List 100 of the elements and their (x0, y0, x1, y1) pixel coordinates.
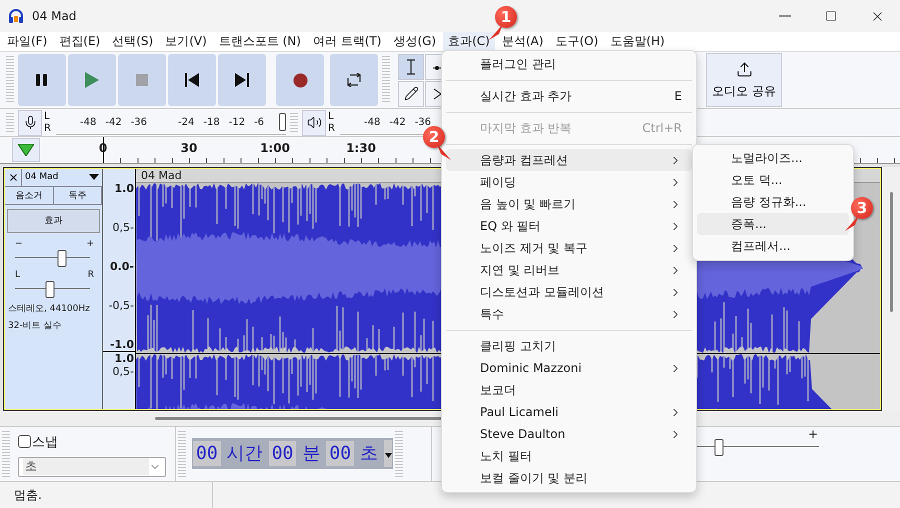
time-unit: 초 (359, 442, 380, 466)
menu-entry[interactable]: 노치 필터 (446, 445, 692, 467)
track-info-text: 스테레오, 44100Hz (7, 302, 91, 316)
menu-entry[interactable]: 증폭... (697, 213, 849, 235)
time-label: 1:30 (346, 141, 376, 156)
slider-max-label: + (86, 238, 94, 250)
minimize-icon (779, 15, 791, 17)
menu-entry[interactable]: 컴프레서... (697, 235, 849, 257)
amplitude-label: -1.0 (110, 338, 134, 351)
skip-end-button[interactable] (218, 54, 266, 106)
slider-thumb[interactable] (714, 438, 724, 456)
time-label: 1:00 (260, 141, 290, 156)
menu-entry[interactable]: 오토 덕... (697, 169, 849, 191)
multi-tool-icon (433, 88, 443, 100)
menu-item[interactable]: 트랜스포트 (N) (214, 32, 306, 51)
menu-entry[interactable]: 페이딩 (446, 171, 692, 193)
meter-tick-label: -36 (414, 116, 432, 128)
snap-label: 스냅 (32, 434, 58, 451)
menu-item[interactable]: 여러 트랙(T) (308, 32, 386, 51)
menu-entry[interactable]: 보코더 (446, 379, 692, 401)
vertical-scrollbar-thumb[interactable] (890, 192, 892, 312)
menu-item[interactable]: 도구(O) (550, 32, 604, 51)
caret-icon (89, 174, 99, 180)
menu-entry[interactable]: EQ 와 필터 (446, 215, 692, 237)
menu-entry[interactable]: 음 높이 및 빠르기 (446, 193, 692, 215)
menu-entry[interactable]: 실시간 효과 추가 E (446, 85, 692, 107)
menu-entry[interactable]: Dominic Mazzoni (446, 357, 692, 379)
pause-icon (35, 73, 49, 88)
toolbar-grip-handle[interactable] (395, 430, 404, 477)
pointer-arrow-icon (845, 215, 859, 231)
pause-button[interactable] (18, 54, 66, 106)
meter-slider-thumb[interactable] (279, 113, 286, 132)
meter-tick-label: -42 (105, 116, 122, 128)
menu-entry[interactable]: Paul Licameli (446, 401, 692, 423)
meter-tick-label: -6 (254, 116, 264, 128)
channel-label: L (44, 110, 51, 123)
slider-max-label: + (808, 426, 818, 441)
record-button[interactable] (276, 54, 324, 106)
menu-item[interactable]: 파일(F) (2, 32, 52, 51)
menu-item[interactable]: 효과(C) (443, 32, 495, 51)
play-icon (84, 72, 100, 88)
amplitude-label: 1.0 (114, 352, 134, 365)
speaker-button[interactable] (302, 110, 326, 136)
slider-thumb[interactable] (46, 280, 55, 298)
speaker-icon (306, 115, 322, 130)
menu-entry[interactable]: 플러그인 관리 (446, 53, 692, 75)
share-audio-button[interactable]: 오디오 공유 (706, 53, 782, 108)
record-icon (292, 72, 308, 88)
amplitude-label: -0,5- (108, 298, 134, 312)
recording-meter[interactable]: -48 -42 -36 -24 -18 -12 -6 (56, 110, 286, 135)
time-label: 30 (180, 141, 198, 156)
skip-start-button[interactable] (168, 54, 216, 106)
menu-entry[interactable]: 음량과 컴프레션 (446, 149, 692, 171)
menu-entry[interactable]: Steve Daulton (446, 423, 692, 445)
menu-item[interactable]: 도움말(H) (605, 32, 670, 51)
headphones-app-icon (8, 8, 24, 24)
skip-start-icon (185, 73, 199, 88)
draw-tool-button[interactable] (398, 80, 424, 107)
track-info-text: 32-비트 실수 (7, 320, 63, 333)
menu-entry[interactable]: 보컬 줄이기 및 분리 (446, 467, 692, 489)
effects-button[interactable]: 효과 (7, 208, 100, 233)
menu-item[interactable]: 보기(V) (160, 32, 212, 51)
menu-entry[interactable]: 디스토션과 모듈레이션 (446, 281, 692, 303)
meter-tick-label: -48 (364, 116, 380, 128)
microphone-button[interactable] (18, 110, 42, 136)
channel-label: R (328, 122, 336, 135)
time-unit: 시간 (226, 442, 264, 466)
slider-min-label: − (15, 238, 23, 250)
menu-item[interactable]: 생성(G) (388, 32, 442, 51)
time-digits: 00 (326, 440, 354, 466)
menu-item[interactable]: 선택(S) (107, 32, 158, 51)
menu-entry[interactable]: 지연 및 리버브 (446, 259, 692, 281)
meter-tick-label: -48 (80, 116, 96, 128)
timeline-options-button[interactable] (12, 138, 40, 162)
pencil-icon (404, 86, 418, 102)
time-format-button[interactable] (384, 440, 392, 467)
menu-entry[interactable]: 노멀라이즈... (697, 147, 849, 169)
slider-thumb[interactable] (57, 250, 66, 267)
meter-tick-label: -18 (203, 116, 220, 128)
stop-icon (136, 74, 148, 86)
time-unit: 분 (301, 442, 322, 466)
menu-entry[interactable]: 클리핑 고치기 (446, 335, 692, 357)
maximize-icon (825, 10, 837, 22)
amplitude-label: 0.0- (110, 260, 134, 273)
menu-item[interactable]: 편집(E) (54, 32, 106, 51)
amplitude-label: 0,5- (112, 364, 134, 378)
selection-tool-button[interactable] (398, 54, 424, 80)
menu-entry[interactable]: 노이즈 제거 및 복구 (446, 237, 692, 259)
menu-entry[interactable]: 특수 (446, 303, 692, 325)
microphone-icon (22, 115, 38, 130)
text-cursor-icon (406, 58, 416, 75)
menu-entry[interactable]: 음량 정규화... (697, 191, 849, 213)
time-digits: 00 (268, 440, 296, 466)
toolbar-grip-handle[interactable] (178, 430, 186, 477)
status-text: 멈춤. (14, 482, 213, 508)
snap-unit-select[interactable]: 초 (18, 456, 166, 477)
snap-checkbox[interactable] (18, 435, 31, 448)
amplitude-label: 1.0 (114, 182, 134, 195)
caret-icon (384, 452, 392, 458)
pointer-arrow-icon (437, 144, 451, 160)
